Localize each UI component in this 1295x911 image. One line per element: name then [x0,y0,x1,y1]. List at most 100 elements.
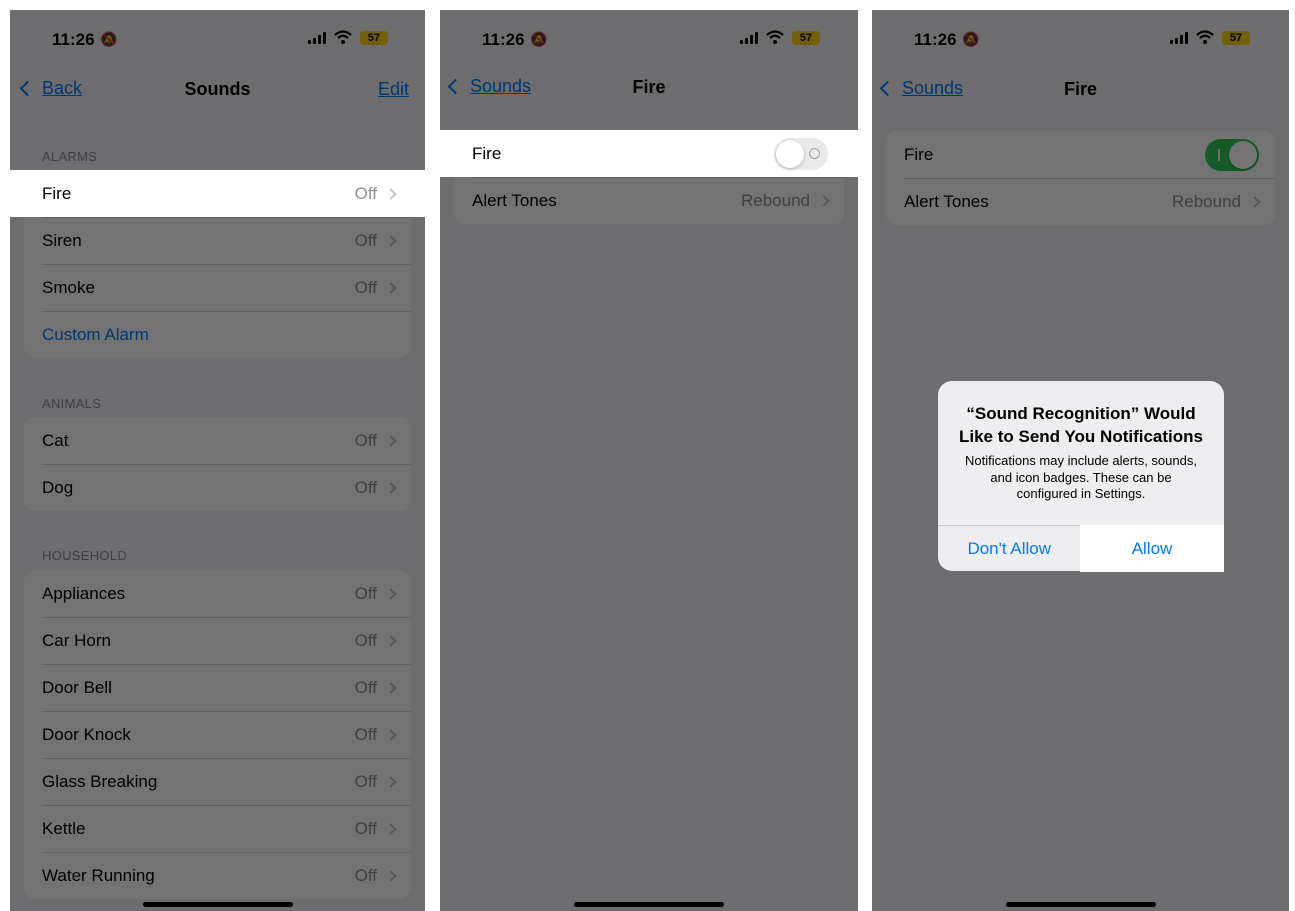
sound-row-water-running[interactable]: Water Running Off [24,852,411,899]
silent-bell-icon: 🔕 [962,31,980,47]
sound-row-door-knock[interactable]: Door Knock Off [24,711,411,758]
section-header-household: HOUSEHOLD [42,548,128,563]
row-label: Door Bell [42,677,112,697]
sounds-screen: 11:26 🔕 57 Back Sounds Edit ALARMS Siren… [10,10,425,911]
row-value: Off [354,818,377,838]
row-value: Rebound [1171,191,1241,211]
wifi-icon [334,30,352,44]
row-label: Glass Breaking [42,771,158,791]
battery-indicator: 57 [792,31,820,45]
row-label: Appliances [42,583,126,603]
sound-row-car-horn[interactable]: Car Horn Off [24,617,411,664]
on-indicator-icon [1218,148,1220,161]
home-indicator [1005,902,1156,907]
row-label: Custom Alarm [42,324,149,344]
status-time: 11:26 [482,30,525,49]
chevron-right-icon [385,681,397,694]
wifi-icon [766,30,784,44]
row-value: Off [354,583,377,603]
row-value: Off [354,230,377,250]
row-label: Alert Tones [472,190,557,210]
status-time: 11:26 [914,30,957,49]
sound-row-cat[interactable]: Cat Off [24,417,411,464]
page-title: Fire [632,77,666,97]
sound-row-glass-breaking[interactable]: Glass Breaking Off [24,758,411,805]
sound-row-kettle[interactable]: Kettle Off [24,805,411,852]
dont-allow-button[interactable]: Don't Allow [938,526,1081,571]
alert-tones-row[interactable]: Alert Tones Rebound [886,178,1275,225]
fire-toggle-row: Fire [886,131,1275,178]
silent-bell-icon: 🔕 [100,31,118,47]
row-value: Off [354,183,377,203]
fire-toggle-switch[interactable] [774,137,828,170]
section-header-alarms: ALARMS [42,149,98,164]
chevron-right-icon [385,481,397,494]
row-value: Off [354,865,377,885]
nav-bar: Back Sounds Edit [10,66,425,114]
row-label: Fire [904,144,934,164]
chevron-right-icon [385,775,397,788]
cellular-signal-icon [740,32,758,44]
battery-indicator: 57 [1222,31,1250,45]
page-title: Sounds [184,79,251,99]
row-label: Siren [42,230,82,250]
row-label: Car Horn [42,630,111,650]
row-label: Door Knock [42,724,131,744]
row-value: Off [354,630,377,650]
row-value: Off [354,677,377,697]
household-group: Appliances Off Car Horn Off Door Bell Of… [24,570,411,899]
row-label: Fire [42,183,72,203]
status-bar: 11:26 🔕 57 [10,10,425,66]
chevron-right-icon [385,187,397,200]
row-value: Off [354,771,377,791]
fire-screen-alert: 11:26 🔕 57 Sounds Fire Fire Alert Tones … [872,10,1289,911]
sound-row-door-bell[interactable]: Door Bell Off [24,664,411,711]
row-value: Off [354,477,377,497]
alert-message: Notifications may include alerts, sounds… [965,453,1197,501]
animals-group: Cat Off Dog Off [24,417,411,511]
chevron-right-icon [1249,195,1261,208]
alert-tones-row[interactable]: Alert Tones Rebound [454,177,844,224]
sound-row-appliances[interactable]: Appliances Off [24,570,411,617]
chevron-right-icon [385,822,397,835]
row-label: Cat [42,430,69,450]
chevron-right-icon [385,728,397,741]
edit-button[interactable]: Edit [378,79,409,100]
sound-row-siren[interactable]: Siren Off [24,217,411,264]
home-indicator [574,902,724,907]
cellular-signal-icon [1170,32,1188,44]
nav-bar: Sounds Fire [872,66,1289,114]
sound-row-dog[interactable]: Dog Off [24,464,411,511]
fire-toggle-row-highlighted: Fire [440,130,858,177]
row-label: Dog [42,477,74,497]
fire-toggle-switch[interactable] [1205,138,1259,171]
status-time: 11:26 [52,30,95,49]
row-value: Off [354,277,377,297]
status-bar: 11:26 🔕 57 [440,10,858,66]
status-bar: 11:26 🔕 57 [872,10,1289,66]
row-label: Fire [472,143,502,163]
chevron-right-icon [385,434,397,447]
alert-title: “Sound Recognition” Would Like to Send Y… [958,404,1203,446]
battery-indicator: 57 [360,31,388,45]
chevron-right-icon [385,587,397,600]
row-value: Rebound [740,190,810,210]
chevron-right-icon [385,281,397,294]
sounds-content: 11:26 🔕 57 Back Sounds Edit ALARMS Siren… [10,10,425,911]
chevron-right-icon [385,634,397,647]
allow-button[interactable]: Allow [1080,525,1224,572]
section-header-animals: ANIMALS [42,396,102,411]
chevron-right-icon [818,194,830,207]
home-indicator [142,902,293,907]
silent-bell-icon: 🔕 [530,31,548,47]
off-indicator-icon [809,147,820,159]
page-title: Fire [1063,79,1097,99]
row-label: Smoke [42,277,95,297]
sound-row-smoke[interactable]: Smoke Off [24,264,411,311]
toggle-knob [1229,140,1257,169]
row-label: Alert Tones [904,191,989,211]
nav-bar: Sounds Fire [440,66,858,114]
custom-alarm-row[interactable]: Custom Alarm [24,311,411,358]
row-value: Off [354,430,377,450]
fire-row-highlighted[interactable]: Fire Off [10,170,425,217]
